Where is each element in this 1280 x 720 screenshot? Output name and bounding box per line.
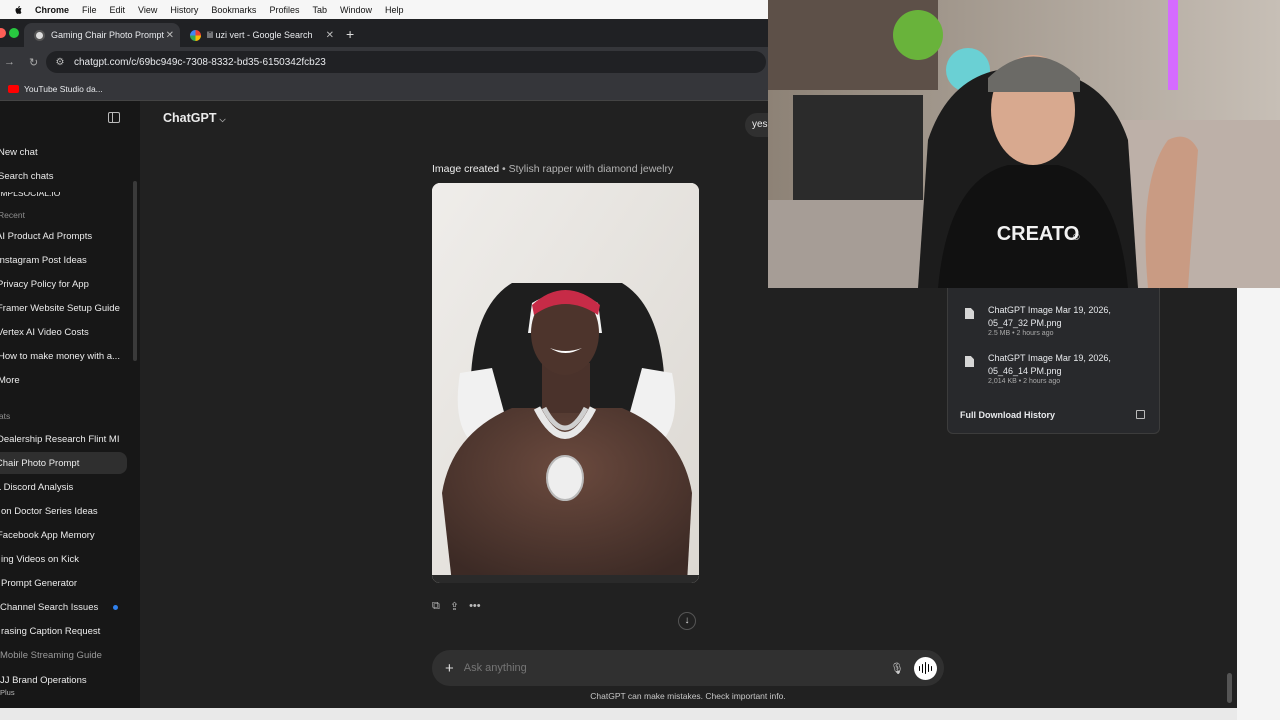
shirt-logo-mark: ® (1073, 232, 1080, 242)
desktop-bottom-edge (0, 708, 1237, 720)
address-bar[interactable]: ⚙ chatgpt.com/c/69bc949c-7308-8332-bd35-… (46, 51, 766, 73)
menu-profiles[interactable]: Profiles (269, 5, 299, 15)
tab-title: Gaming Chair Photo Prompt (51, 30, 165, 40)
tab-gaming-chair[interactable]: Gaming Chair Photo Prompt ✕ (24, 23, 180, 47)
sidebar: New chat Search chats IMPLSOCIAL.IO Rece… (0, 101, 140, 708)
attach-plus-icon[interactable]: + (445, 660, 454, 677)
youtube-icon (8, 84, 19, 93)
download-meta: 2,014 KB • 2 hours ago (988, 378, 1061, 385)
tab-strip: Gaming Chair Photo Prompt ✕ lil uzi vert… (0, 19, 768, 47)
download-meta: 2.5 MB • 2 hours ago (988, 330, 1054, 337)
sidebar-scrollbar[interactable] (133, 181, 137, 361)
url-text: chatgpt.com/c/69bc949c-7308-8332-bd35-61… (74, 56, 326, 68)
new-tab-icon[interactable]: + (346, 26, 354, 42)
account-plan: Plus (0, 688, 15, 697)
browser-chrome: Gaming Chair Photo Prompt ✕ lil uzi vert… (0, 19, 768, 101)
file-icon (965, 308, 974, 319)
chat-item[interactable]: Facebook App Memory (0, 530, 95, 541)
voice-mode-button[interactable] (914, 656, 937, 680)
apple-icon[interactable] (13, 5, 23, 15)
copy-icon[interactable]: ⧉ (432, 600, 440, 613)
menu-help[interactable]: Help (385, 5, 404, 15)
shirt-logo-text: CREATO (997, 223, 1080, 245)
chat-item[interactable]: ing Videos on Kick (1, 554, 79, 565)
chats-label: Chats (0, 411, 11, 421)
model-name: ChatGPT (163, 111, 217, 125)
tab-close-icon[interactable]: ✕ (326, 30, 334, 41)
window-close-button[interactable] (0, 28, 6, 38)
new-chat-button[interactable]: New chat (0, 147, 38, 158)
chat-item-active[interactable]: Gaming Chair Photo Prompt (0, 458, 79, 469)
chat-item[interactable]: Mobile Streaming Guide (0, 650, 102, 661)
microphone-icon[interactable]: 🎙 (890, 662, 904, 675)
screen: { "menubar": { "app": "Chrome", "items":… (0, 0, 1280, 720)
search-chats-button[interactable]: Search chats (0, 171, 53, 182)
chat-item[interactable]: Prompt Generator (1, 578, 77, 589)
webcam-overlay: CREATO ® (768, 0, 1280, 288)
more-options-icon[interactable]: ••• (469, 600, 481, 613)
generated-image-art (432, 183, 699, 583)
chat-item[interactable]: Channel Search Issues (0, 602, 98, 613)
desktop-right-edge (1237, 288, 1280, 720)
image-caption: Image created • Stylish rapper with diam… (432, 163, 673, 175)
prompt-input[interactable] (463, 662, 891, 674)
chat-item[interactable]: L Discord Analysis (0, 482, 73, 493)
tab-google-search[interactable]: lil uzi vert - Google Search ✕ (180, 23, 340, 47)
account-name[interactable]: JJ Brand Operations (0, 675, 87, 686)
tab-close-icon[interactable]: ✕ (166, 30, 174, 41)
page-scrollbar[interactable] (1227, 673, 1232, 703)
sidebar-item-cut[interactable]: IMPLSOCIAL.IO (0, 192, 60, 198)
recent-item[interactable]: Framer Website Setup Guide (0, 303, 120, 314)
sidebar-toggle-icon[interactable] (108, 112, 120, 123)
downloads-panel: ChatGPT Image Mar 19, 2026, 05_47_32 PM.… (947, 288, 1160, 434)
bookmarks-bar: YouTube Studio da... (0, 77, 768, 101)
more-button[interactable]: More (0, 375, 20, 386)
full-download-history-link[interactable]: Full Download History (960, 410, 1055, 420)
share-icon[interactable]: ⇪ (450, 600, 459, 613)
image-actions: ⧉ ⇪ ••• (432, 600, 481, 613)
chat-item[interactable]: rasing Caption Request (1, 626, 100, 637)
window-maximize-button[interactable] (9, 28, 19, 38)
menu-view[interactable]: View (138, 5, 157, 15)
openai-icon (34, 29, 45, 41)
image-created-label: Image created (432, 163, 500, 175)
composer: + 🎙 (432, 650, 944, 686)
scroll-down-button[interactable]: ↓ (678, 612, 696, 630)
forward-icon[interactable]: → (4, 56, 15, 68)
recent-item[interactable]: AI Product Ad Prompts (0, 231, 92, 242)
webcam-feed: CREATO ® (768, 0, 1280, 288)
image-description: • Stylish rapper with diamond jewelry (499, 163, 674, 175)
generated-image[interactable] (432, 183, 699, 583)
menu-app-name[interactable]: Chrome (35, 5, 69, 15)
download-name: ChatGPT Image Mar 19, 2026, 05_47_32 PM.… (988, 305, 1111, 328)
model-selector[interactable]: ChatGPT ⌵ (163, 111, 226, 125)
menu-bookmarks[interactable]: Bookmarks (211, 5, 256, 15)
bookmark-youtube-studio[interactable]: YouTube Studio da... (24, 84, 103, 94)
open-external-icon[interactable] (1136, 410, 1145, 419)
site-settings-icon[interactable]: ⚙ (54, 57, 66, 68)
disclaimer: ChatGPT can make mistakes. Check importa… (590, 691, 786, 701)
chevron-down-icon: ⌵ (219, 115, 226, 124)
download-name: ChatGPT Image Mar 19, 2026, 05_46_14 PM.… (988, 353, 1111, 376)
recent-item[interactable]: Instagram Post Ideas (0, 255, 87, 266)
unread-dot (113, 605, 118, 610)
reload-icon[interactable]: ↻ (29, 56, 38, 69)
tab-title: lil uzi vert - Google Search (207, 30, 313, 40)
menu-tab[interactable]: Tab (312, 5, 327, 15)
google-icon (190, 29, 201, 41)
menu-edit[interactable]: Edit (110, 5, 126, 15)
browser-toolbar: → ↻ ⚙ chatgpt.com/c/69bc949c-7308-8332-b… (0, 47, 768, 77)
menu-file[interactable]: File (82, 5, 97, 15)
menu-window[interactable]: Window (340, 5, 372, 15)
chat-item[interactable]: Dealership Research Flint MI (0, 434, 120, 445)
recent-item[interactable]: Vertex AI Video Costs (0, 327, 89, 338)
menu-history[interactable]: History (170, 5, 198, 15)
recent-label: Recent (0, 210, 25, 220)
file-icon (965, 356, 974, 367)
chat-item[interactable]: on Doctor Series Ideas (1, 506, 98, 517)
recent-item[interactable]: Privacy Policy for App (0, 279, 89, 290)
recent-item[interactable]: How to make money with a... (0, 351, 120, 362)
